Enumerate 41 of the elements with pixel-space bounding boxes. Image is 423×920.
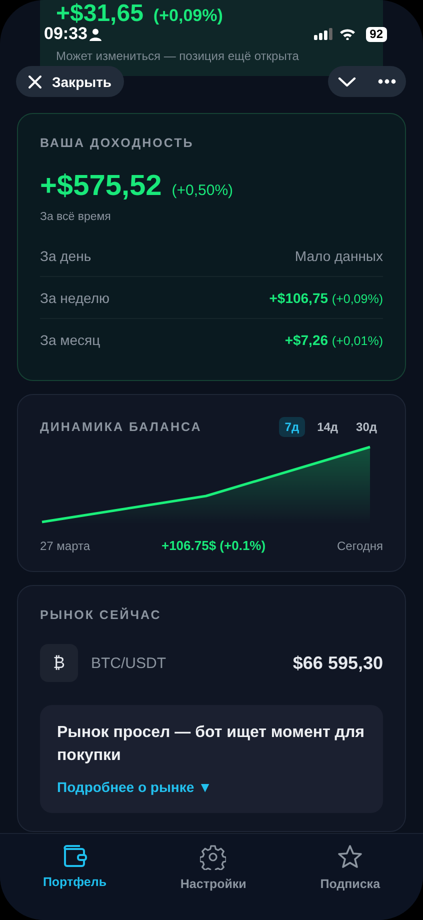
chart-start-label: 27 марта: [40, 538, 90, 552]
tab-item[interactable]: Портфель: [34, 844, 114, 896]
more-icon[interactable]: [378, 79, 396, 84]
chart-end-label: Сегодня: [336, 538, 383, 552]
settings-icon: [200, 844, 226, 870]
wifi-icon: [338, 28, 356, 40]
period-value: +$7,26 (+0,01%): [284, 332, 383, 348]
battery-level: 92: [366, 26, 387, 42]
coin-symbol: ₿: [40, 644, 78, 682]
period-label: За месяц: [40, 332, 100, 348]
wallet-icon: [62, 844, 88, 868]
position-change: (+0,09%): [153, 5, 223, 27]
range-tab[interactable]: 7д: [278, 417, 306, 437]
total-return: +$575,52: [40, 170, 162, 203]
close-icon: [28, 74, 42, 88]
card-title: ДИНАМИКА БАЛАНСА: [40, 420, 202, 434]
star-icon: [337, 844, 364, 870]
position-note: Может измениться — позиция ещё открыта: [56, 49, 300, 63]
total-return-change: (+0,50%): [172, 182, 234, 199]
range-tab[interactable]: 14д: [311, 417, 344, 437]
chevron-down-icon[interactable]: [338, 76, 356, 86]
period-value: +$106,75 (+0,09%): [269, 290, 383, 306]
range-tab[interactable]: 30д: [350, 417, 383, 437]
status-time: 09:33: [44, 24, 88, 44]
period-value: Мало данных: [294, 248, 383, 264]
market-message: Рынок просел — бот ищет момент для покупки: [57, 723, 366, 766]
close-button[interactable]: Закрыть: [16, 66, 124, 97]
period-label: За день: [40, 248, 92, 264]
card-title: ВАША ДОХОДНОСТЬ: [40, 136, 195, 150]
tab-item[interactable]: Настройки: [172, 844, 254, 896]
pair-price: $66 595,30: [292, 652, 383, 674]
position-amount: +$31,65: [56, 0, 144, 27]
tab-item[interactable]: Подписка: [312, 844, 388, 896]
card-title: РЫНОК СЕЙЧАС: [40, 608, 162, 622]
signal-icon: [314, 28, 333, 40]
person-icon: [89, 28, 102, 40]
period-label: За неделю: [40, 290, 110, 306]
chart-summary: +106.75$ (+0.1%): [161, 538, 266, 553]
market-details-link[interactable]: Подробнее о рынке ▼: [57, 779, 212, 795]
pair-label: BTC/USDT: [91, 654, 167, 672]
period-caption: За всё время: [40, 211, 112, 223]
